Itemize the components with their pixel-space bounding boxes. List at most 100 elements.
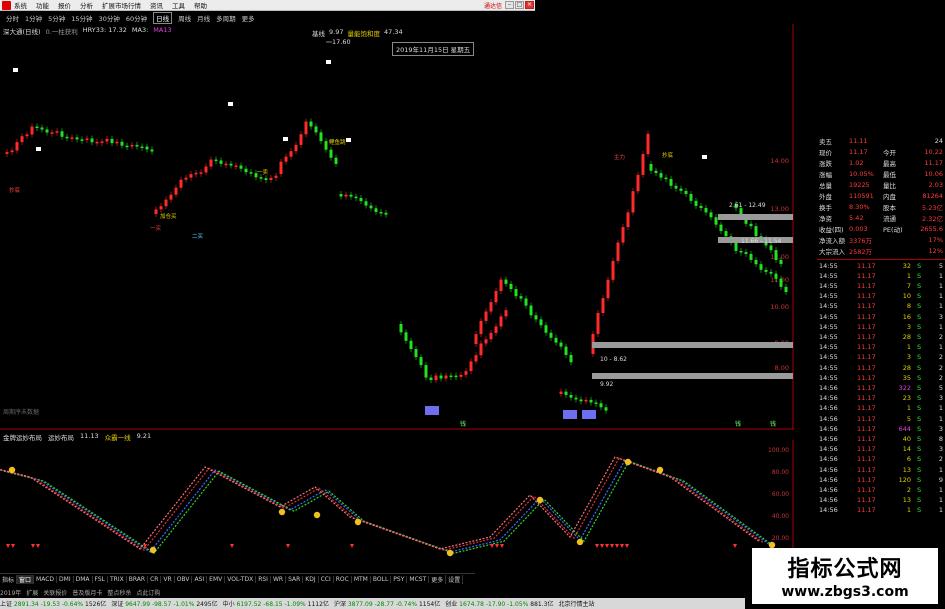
tick-side: S	[917, 312, 922, 321]
menu-item-ext-market[interactable]: 扩展市场行情	[102, 0, 141, 10]
seg1-candle	[45, 129, 49, 133]
indicator-tab-19[interactable]: ROC	[334, 575, 352, 583]
menu-item-system[interactable]: 系统	[14, 0, 27, 10]
tick-count: 1	[938, 496, 943, 505]
indicator-tab-18[interactable]: CCI	[319, 575, 334, 583]
indicator-tab-16[interactable]: SAR	[286, 575, 304, 583]
tick-time: 14:55	[819, 343, 838, 352]
indicator-tab-13[interactable]: VOL-TDX	[225, 575, 257, 583]
tick-count: 1	[938, 292, 943, 301]
index-quote-2[interactable]: 中小 6197.52 -68.15 -1.09% 1112亿	[223, 599, 329, 608]
seg6-candle	[534, 315, 538, 320]
indicator-tab-2[interactable]: MACD	[34, 575, 58, 583]
minimize-icon[interactable]: –	[505, 1, 514, 9]
indicator-tab-8[interactable]: CR	[148, 575, 162, 583]
indicator-tab-0[interactable]: 指标	[0, 574, 18, 584]
period-tab-4[interactable]: 30分钟	[99, 13, 120, 23]
index-quote-3[interactable]: 沪深 3877.09 -28.77 -0.74% 1154亿	[334, 599, 440, 608]
sub-item-5[interactable]: 点此订购	[136, 588, 160, 597]
quote-value: 10.05%	[849, 169, 874, 178]
tick-side: S	[917, 434, 922, 443]
tick-count: 2	[938, 353, 943, 362]
tick-time: 14:56	[819, 424, 838, 433]
menu-item-analysis[interactable]: 分析	[80, 0, 93, 10]
menu-item-news[interactable]: 资讯	[150, 0, 163, 10]
menu-item-help[interactable]: 帮助	[194, 0, 207, 10]
indicator-chart[interactable]: 100.00 80.00 60.00 40.00 20.00	[0, 440, 795, 570]
indicator-tab-25[interactable]: 设置	[446, 574, 464, 584]
seg2-candle	[219, 160, 223, 164]
indicator-tab-17[interactable]: KDJ	[303, 575, 319, 583]
indicator-tab-9[interactable]: VR	[161, 575, 175, 583]
maximize-icon[interactable]: □	[515, 1, 524, 9]
indicator-dot	[576, 538, 584, 546]
tick-volume: 3	[906, 322, 911, 331]
period-tab-0[interactable]: 分时	[6, 13, 19, 23]
indicator-tab-20[interactable]: MTM	[352, 575, 371, 583]
index-quote-1[interactable]: 深证 9647.99 -98.57 -1.01% 2495亿	[111, 599, 217, 608]
tick-time: 14:56	[819, 434, 838, 443]
index-quote-0[interactable]: 上证 2891.34 -19.53 -0.64% 1526亿	[0, 599, 106, 608]
sub-item-4[interactable]: 整点秒杀	[107, 588, 131, 597]
tick-price: 11.17	[857, 404, 876, 413]
tick-row: 14:55 11.17 1 S 1	[817, 271, 945, 280]
indicator-tab-7[interactable]: BRAR	[127, 575, 149, 583]
period-tab-1[interactable]: 1分钟	[25, 13, 42, 23]
indicator-tab-15[interactable]: WR	[271, 575, 287, 583]
menu-item-function[interactable]: 功能	[36, 0, 49, 10]
index-pct: -1.09%	[284, 601, 308, 608]
period-tab-3[interactable]: 15分钟	[71, 13, 92, 23]
quote-label-2: 内盘	[883, 192, 896, 201]
menu-item-quote[interactable]: 报价	[58, 0, 71, 10]
tick-row: 14:55 11.17 3 S 2	[817, 353, 945, 362]
tick-count: 2	[938, 332, 943, 341]
sub-item-3[interactable]: 普及版月卡	[72, 588, 102, 597]
indicator-tab-1[interactable]: 窗口	[17, 574, 35, 584]
sub-item-0[interactable]: 2019年	[0, 588, 21, 597]
seg1-candle	[55, 131, 59, 133]
indicator-tab-23[interactable]: MCST	[407, 575, 430, 583]
index-quote-4[interactable]: 创业 1674.78 -17.90 -1.05% 881.3亿	[445, 599, 553, 608]
tick-count: 3	[938, 445, 943, 454]
period-tab-10[interactable]: 更多	[242, 13, 255, 23]
tick-price: 11.17	[857, 322, 876, 331]
indicator-tab-4[interactable]: DMA	[74, 575, 93, 583]
sub-item-1[interactable]: 扩展	[26, 588, 38, 597]
indicator-tab-3[interactable]: DMI	[57, 575, 74, 583]
tick-time: 14:56	[819, 496, 838, 505]
tick-time: 14:55	[819, 332, 838, 341]
period-tab-6[interactable]: 日线	[153, 12, 173, 24]
sub-item-2[interactable]: 关联报价	[43, 588, 67, 597]
indicator-axis-label: 40.00	[772, 513, 789, 520]
indicator-tab-6[interactable]: TRIX	[108, 575, 127, 583]
seg2-candle	[209, 159, 213, 167]
index-amount: 881.3亿	[530, 601, 554, 608]
close-icon[interactable]: ×	[525, 1, 534, 9]
indicator-tab-12[interactable]: EMV	[207, 575, 226, 583]
indicator-tab-11[interactable]: ASI	[192, 575, 208, 583]
index-amount: 1526亿	[85, 601, 107, 608]
buy-arrow-icon	[605, 544, 609, 548]
seg1-candle	[110, 138, 114, 144]
period-tab-9[interactable]: 多周期	[216, 13, 236, 23]
tick-side: S	[917, 506, 922, 515]
indicator-tab-21[interactable]: BOLL	[371, 575, 392, 583]
tick-volume: 6	[906, 455, 911, 464]
period-tab-8[interactable]: 月线	[197, 13, 210, 23]
period-tab-2[interactable]: 5分钟	[48, 13, 65, 23]
indicator-tab-24[interactable]: 更多	[429, 574, 447, 584]
tick-volume: 7	[906, 281, 911, 290]
period-tab-5[interactable]: 60分钟	[126, 13, 147, 23]
peak-marker	[346, 138, 351, 142]
level-bar	[592, 342, 793, 348]
period-tab-7[interactable]: 周线	[178, 13, 191, 23]
indicator-tab-5[interactable]: FSL	[93, 575, 109, 583]
quote-value: 8.30%	[849, 202, 870, 211]
indicator-tab-14[interactable]: RSI	[256, 575, 271, 583]
menu-item-tools[interactable]: 工具	[172, 0, 185, 10]
tick-side: S	[917, 404, 922, 413]
candlestick-chart[interactable]: 14.0013.0012.0011.0010.009.008.0017.602.…	[0, 24, 795, 430]
indicator-tab-22[interactable]: PSY	[391, 575, 408, 583]
indicator-tab-10[interactable]: OBV	[175, 575, 193, 583]
seg6-candle	[479, 320, 483, 335]
